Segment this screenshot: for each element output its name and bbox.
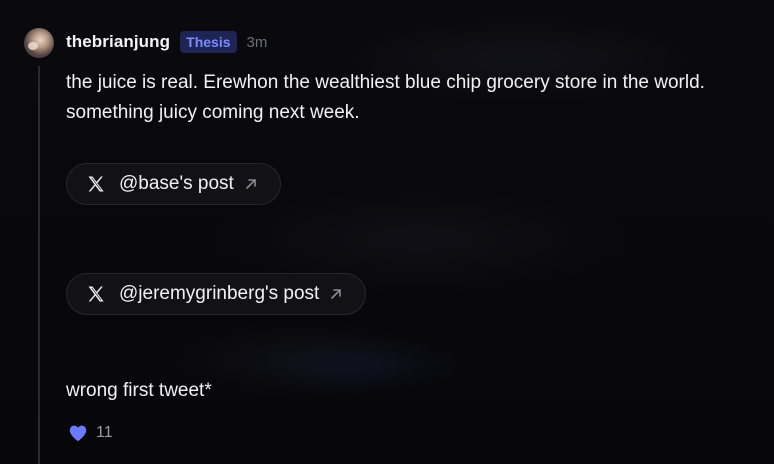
link-jeremygrinberg-post[interactable]: @jeremygrinberg's post <box>66 273 367 315</box>
post-header: thebrianjung Thesis 3m <box>66 30 267 54</box>
thesis-badge[interactable]: Thesis <box>180 31 237 53</box>
post-text: the juice is real. Erewhon the wealthies… <box>66 72 705 123</box>
x-logo-icon <box>85 173 107 195</box>
link-label: @jeremygrinberg's post <box>119 283 320 304</box>
link-base-post[interactable]: @base's post <box>66 163 281 205</box>
avatar[interactable] <box>24 28 54 58</box>
username[interactable]: thebrianjung <box>66 32 170 52</box>
link-label: @base's post <box>119 173 234 194</box>
external-arrow-icon <box>329 287 343 301</box>
followup-text: wrong first tweet* <box>66 380 212 401</box>
timestamp: 3m <box>246 33 268 51</box>
heart-icon <box>68 424 88 442</box>
like-count: 11 <box>96 424 113 441</box>
thread-line <box>38 66 40 464</box>
x-logo-icon <box>85 283 107 305</box>
external-arrow-icon <box>244 177 258 191</box>
like-button[interactable]: 11 <box>68 424 113 442</box>
